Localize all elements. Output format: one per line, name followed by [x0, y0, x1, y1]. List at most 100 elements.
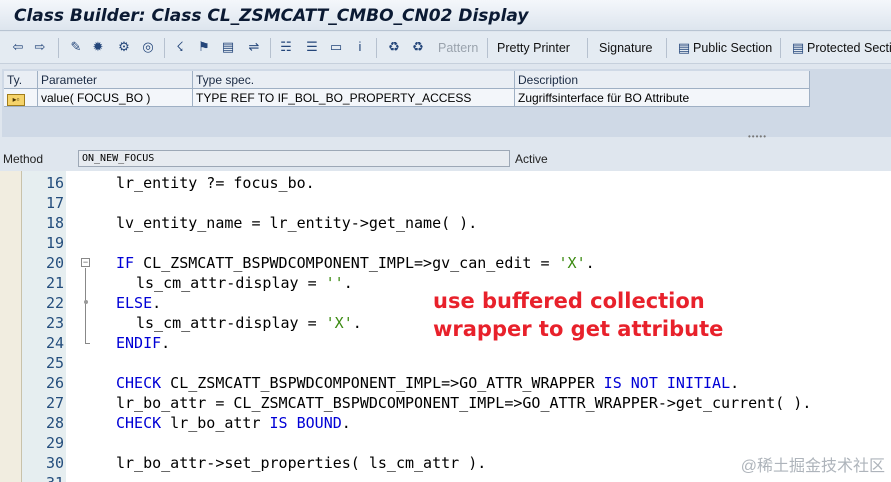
fold-end-icon — [85, 343, 90, 344]
check-icon[interactable]: ◎ — [140, 39, 156, 55]
activate-icon[interactable]: ⚙ — [116, 39, 132, 55]
code-text[interactable]: lr_bo_attr->set_properties( ls_cm_attr )… — [116, 453, 486, 473]
signature-button[interactable]: Signature — [599, 41, 653, 55]
where-used-icon[interactable]: ☇ — [172, 39, 188, 55]
string-literal-token: '' — [325, 274, 344, 292]
line-number: 29 — [45, 434, 64, 452]
toolbar-separator — [376, 38, 377, 58]
code-text[interactable]: IF CL_ZSMCATT_BSPWDCOMPONENT_IMPL=>gv_ca… — [116, 253, 595, 273]
keyword-token: ENDIF — [116, 334, 162, 352]
line-number: 24 — [45, 334, 64, 352]
code-line[interactable]: 17 — [0, 193, 891, 213]
insert-statement-icon[interactable]: ☰ — [304, 39, 320, 55]
fold-branch-icon — [84, 300, 88, 304]
line-number: 27 — [45, 394, 64, 412]
activation-status: Active — [515, 152, 548, 166]
column-header-type[interactable]: Ty. — [4, 71, 38, 89]
fold-collapse-icon[interactable]: − — [81, 258, 90, 267]
toolbar-separator — [487, 38, 488, 58]
keyword-token: IS NOT INITIAL — [603, 374, 731, 392]
public-section-button[interactable]: Public Section — [693, 41, 772, 55]
line-number: 20 — [45, 254, 64, 272]
public-section-icon: ▤ — [677, 40, 691, 55]
line-number: 31 — [22, 473, 64, 482]
toolbar-separator — [270, 38, 271, 58]
method-row: Method ON_NEW_FOCUS Active — [0, 147, 891, 171]
code-line[interactable]: 26 CHECK CL_ZSMCATT_BSPWDCOMPONENT_IMPL=>… — [0, 373, 891, 393]
session-breakpoint-icon[interactable]: ♻ — [410, 39, 426, 55]
pattern-button[interactable]: Pattern — [438, 41, 478, 55]
info-icon[interactable]: i — [352, 39, 368, 55]
code-token: ls_cm_attr-display = — [136, 314, 326, 332]
toolbar-separator — [587, 38, 588, 58]
display-object-list-icon[interactable]: ⇌ — [246, 39, 262, 55]
method-label: Method — [3, 152, 44, 166]
parameter-name-cell[interactable]: value( FOCUS_BO ) — [38, 89, 193, 107]
toggle-display-change-icon[interactable]: ✹ — [90, 39, 106, 55]
resize-grip-icon[interactable]: ••••• — [748, 132, 767, 141]
pretty-printer-button[interactable]: Pretty Printer — [497, 41, 570, 55]
keyword-token: IS BOUND — [269, 414, 342, 432]
code-token: lr_bo_attr = CL_ZSMCATT_BSPWDCOMPONENT_I… — [116, 394, 812, 412]
code-line[interactable]: 16 lr_entity ?= focus_bo. — [0, 173, 891, 193]
edit-pencil-icon[interactable]: ✎ — [68, 39, 84, 55]
code-text[interactable]: lv_entity_name = lr_entity->get_name( ). — [116, 213, 477, 233]
keyword-token: CHECK — [116, 374, 162, 392]
line-number: 21 — [45, 274, 64, 292]
window-icon[interactable]: ▭ — [328, 39, 344, 55]
window-title: Class Builder: Class CL_ZSMCATT_CMBO_CN0… — [14, 6, 529, 26]
fold-guide — [85, 268, 86, 343]
forward-arrow-icon[interactable]: ⇨ — [32, 39, 48, 55]
breakpoint-icon[interactable]: ♻ — [386, 39, 402, 55]
line-number: 17 — [45, 194, 64, 212]
toolbar-separator — [58, 38, 59, 58]
protected-section-button[interactable]: Protected Section — [807, 41, 891, 55]
code-text[interactable]: CHECK lr_bo_attr IS BOUND. — [116, 413, 351, 433]
code-editor[interactable]: 16 lr_entity ?= focus_bo. 17 18 lv_entity_na… — [0, 171, 891, 482]
back-arrow-icon[interactable]: ⇦ — [10, 39, 26, 55]
code-line[interactable]: 27 lr_bo_attr = CL_ZSMCATT_BSPWDCOMPONENT… — [0, 393, 891, 413]
parameter-type-spec-cell[interactable]: TYPE REF TO IF_BOL_BO_PROPERTY_ACCESS — [193, 89, 515, 107]
code-text[interactable]: ls_cm_attr-display = 'X'. — [136, 313, 362, 333]
method-name-field[interactable]: ON_NEW_FOCUS — [78, 150, 510, 167]
keyword-token: CHECK — [116, 414, 162, 432]
table-row[interactable]: ▸▫ value( FOCUS_BO ) TYPE REF TO IF_BOL_… — [4, 89, 810, 107]
toolbar-separator — [780, 38, 781, 58]
line-number: 22 — [45, 294, 64, 312]
code-token: . — [341, 414, 351, 432]
code-token: . — [352, 314, 362, 332]
code-text[interactable]: ELSE. — [116, 293, 161, 313]
code-text[interactable]: CHECK CL_ZSMCATT_BSPWDCOMPONENT_IMPL=>GO… — [116, 373, 739, 393]
table-header-row: Ty. Parameter Type spec. Description — [4, 71, 810, 89]
line-number: 26 — [45, 374, 64, 392]
code-line[interactable]: 29 — [0, 433, 891, 453]
importing-parameter-icon: ▸▫ — [7, 94, 25, 106]
code-line[interactable]: 28 CHECK lr_bo_attr IS BOUND. — [0, 413, 891, 433]
parameter-type-cell[interactable]: ▸▫ — [4, 89, 38, 107]
code-line[interactable]: 20 IF CL_ZSMCATT_BSPWDCOMPONENT_IMPL=>gv_… — [0, 253, 891, 273]
parameter-area: Ty. Parameter Type spec. Description ▸▫ … — [2, 69, 891, 141]
toolbar-separator — [164, 38, 165, 58]
code-text[interactable]: ENDIF. — [116, 333, 170, 353]
parameter-description-cell[interactable]: Zugriffsinterface für BO Attribute — [515, 89, 810, 107]
column-header-parameter[interactable]: Parameter — [38, 71, 193, 89]
navigate-icon[interactable]: ⚑ — [196, 39, 212, 55]
code-text[interactable]: lr_bo_attr = CL_ZSMCATT_BSPWDCOMPONENT_I… — [116, 393, 811, 413]
application-toolbar: ⇦ ⇨ ✎ ✹ ⚙ ◎ ☇ ⚑ ▤ ⇌ ☵ ☰ ▭ i ♻ ♻ Pattern … — [0, 32, 891, 64]
string-literal-token: 'X' — [558, 254, 586, 272]
hierarchy-icon[interactable]: ☵ — [278, 39, 294, 55]
toolbar-separator — [666, 38, 667, 58]
code-token: CL_ZSMCATT_BSPWDCOMPONENT_IMPL=>GO_ATTR_… — [161, 374, 604, 392]
line-number: 30 — [45, 454, 64, 472]
watermark: @稀土掘金技术社区 — [740, 458, 885, 475]
code-line[interactable]: 25 — [0, 353, 891, 373]
column-header-type-spec[interactable]: Type spec. — [193, 71, 515, 89]
code-line[interactable]: 19 — [0, 233, 891, 253]
code-line[interactable]: 18 lv_entity_name = lr_entity->get_name( … — [0, 213, 891, 233]
other-object-icon[interactable]: ▤ — [220, 39, 236, 55]
code-text[interactable]: lr_entity ?= focus_bo. — [116, 173, 315, 193]
line-number: 19 — [45, 234, 64, 252]
line-number: 18 — [45, 214, 64, 232]
column-header-description[interactable]: Description — [515, 71, 810, 89]
code-text[interactable]: ls_cm_attr-display = ''. — [136, 273, 353, 293]
